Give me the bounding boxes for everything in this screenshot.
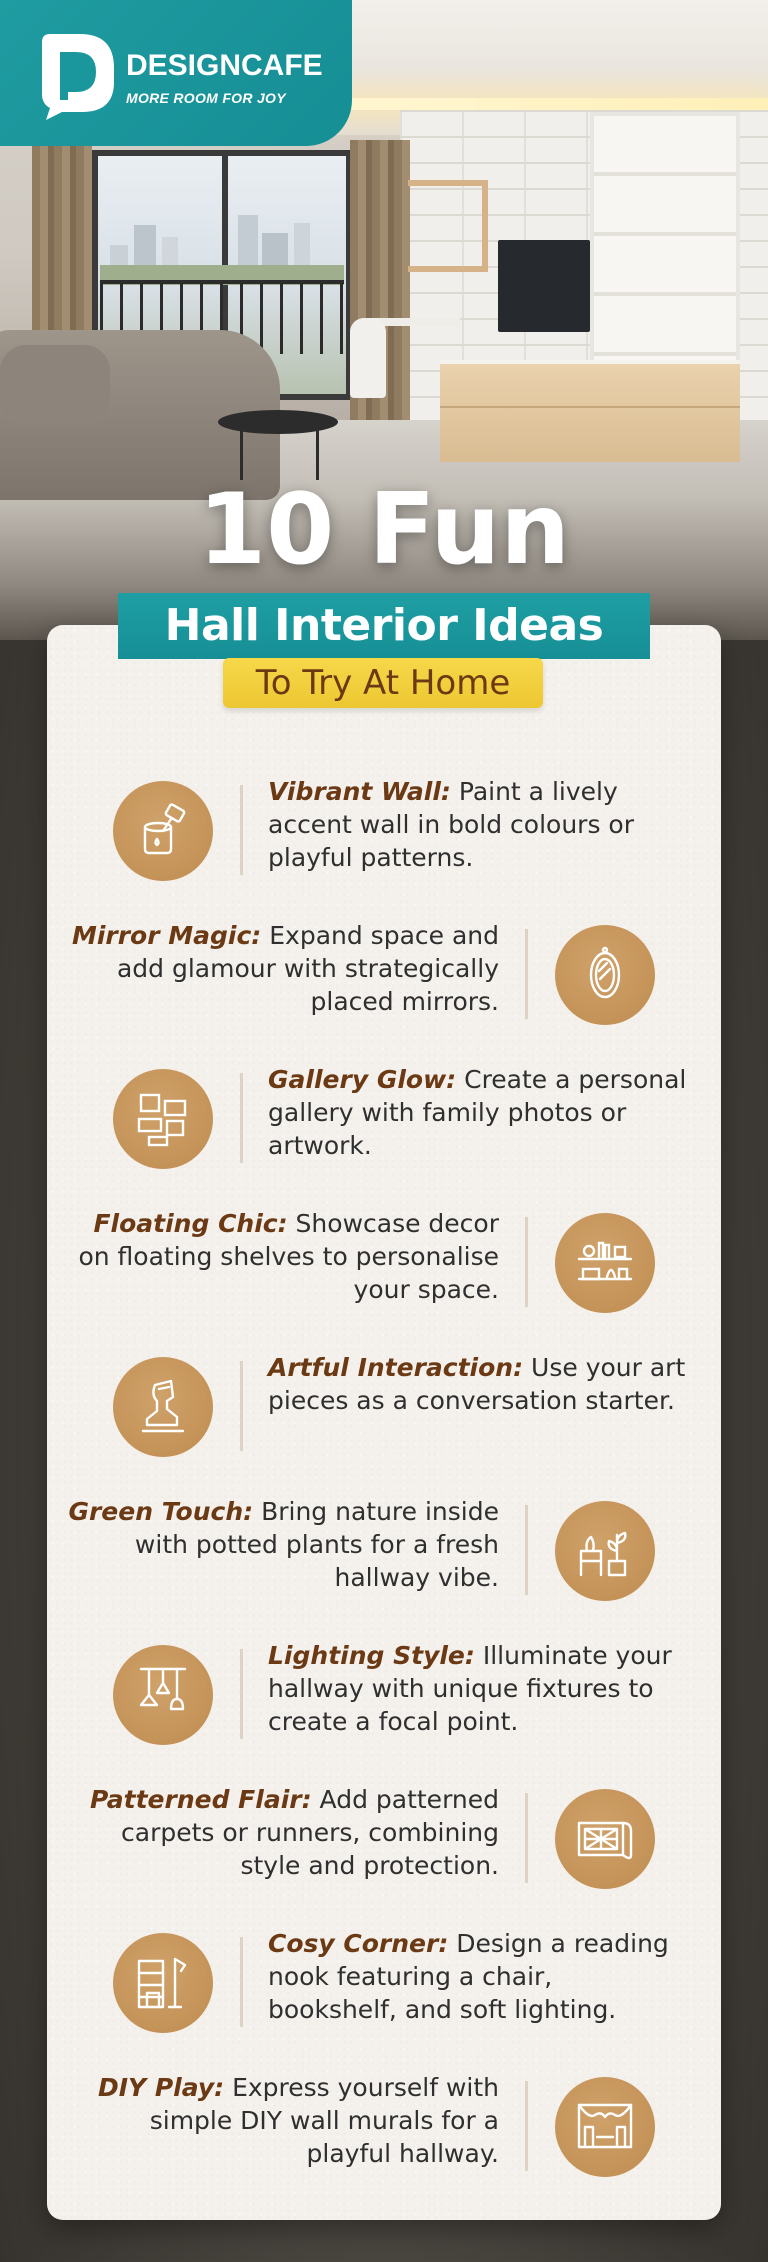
idea-item: Mirror Magic: Expand space and add glamo… <box>47 921 721 1045</box>
idea-text: Gallery Glow: Create a personal gallery … <box>268 1063 688 1162</box>
idea-icon-circle <box>113 1069 213 1169</box>
idea-text: Vibrant Wall: Paint a lively accent wall… <box>268 775 688 874</box>
coffee-table <box>218 410 338 434</box>
idea-text: DIY Play: Express yourself with simple D… <box>67 2071 499 2170</box>
divider-line <box>240 785 243 875</box>
idea-icon-circle <box>113 1357 213 1457</box>
idea-icon-circle <box>113 1645 213 1745</box>
divider-line <box>240 1937 243 2027</box>
idea-label: Cosy Corner: <box>268 1929 449 1958</box>
wall-shelf <box>408 180 488 272</box>
idea-label: Artful Interaction: <box>268 1353 524 1382</box>
brand-tagline: MORE ROOM FOR JOY <box>126 90 286 106</box>
cove-light <box>330 98 768 110</box>
paint-bucket-icon <box>143 803 186 855</box>
idea-text: Green Touch: Bring nature inside with po… <box>67 1495 499 1594</box>
idea-icon-circle <box>555 1213 655 1313</box>
bust-sculpture-icon <box>141 1379 185 1433</box>
idea-item: Patterned Flair: Add patterned carpets o… <box>47 1785 721 1909</box>
divider-line <box>240 1649 243 1739</box>
tagline-text: To Try At Home <box>255 663 511 703</box>
idea-label: Vibrant Wall: <box>268 777 451 806</box>
idea-item: Cosy Corner: Design a reading nook featu… <box>47 1929 721 2053</box>
idea-text: Artful Interaction: Use your art pieces … <box>268 1351 688 1417</box>
wall-mural-icon <box>577 2103 633 2149</box>
main-title: 10 Fun <box>197 473 571 587</box>
divider-line <box>525 929 528 1019</box>
idea-icon-circle <box>555 925 655 1025</box>
logo-panel: DESIGNCAFE MORE ROOM FOR JOY <box>0 0 352 146</box>
divider-line <box>525 1793 528 1883</box>
television <box>498 240 590 332</box>
idea-item: Vibrant Wall: Paint a lively accent wall… <box>47 777 721 901</box>
idea-label: Mirror Magic: <box>71 921 262 950</box>
floating-shelf-icon <box>577 1241 633 1281</box>
idea-text: Mirror Magic: Expand space and add glamo… <box>67 919 499 1018</box>
idea-label: Patterned Flair: <box>90 1785 312 1814</box>
subtitle-text: Hall Interior Ideas <box>164 600 604 651</box>
divider-line <box>525 1505 528 1595</box>
designcafe-logo-icon <box>42 34 114 120</box>
idea-label: Floating Chic: <box>93 1209 288 1238</box>
tv-cabinet <box>440 360 740 462</box>
idea-icon-circle <box>113 1933 213 2033</box>
potted-plant-icon <box>579 1531 627 1577</box>
divider-line <box>240 1361 243 1451</box>
sofa-cushion <box>0 345 110 425</box>
idea-item: Green Touch: Bring nature inside with po… <box>47 1497 721 1621</box>
divider-line <box>240 1073 243 1163</box>
brand-name: DESIGNCAFE <box>126 49 323 82</box>
idea-icon-circle <box>555 1789 655 1889</box>
divider-line <box>525 1217 528 1307</box>
pendant-lights-icon <box>139 1667 187 1711</box>
idea-item: Artful Interaction: Use your art pieces … <box>47 1353 721 1477</box>
idea-label: Gallery Glow: <box>268 1065 457 1094</box>
idea-label: DIY Play: <box>97 2073 225 2102</box>
idea-item: Lighting Style: Illuminate your hallway … <box>47 1641 721 1765</box>
idea-icon-circle <box>113 781 213 881</box>
reading-nook-icon <box>137 1957 187 2009</box>
divider-line <box>525 2081 528 2171</box>
carpet-runner-icon <box>577 1821 633 1860</box>
idea-text: Lighting Style: Illuminate your hallway … <box>268 1639 688 1738</box>
mirror-icon <box>589 946 621 999</box>
idea-text: Patterned Flair: Add patterned carpets o… <box>67 1783 499 1882</box>
idea-label: Green Touch: <box>68 1497 254 1526</box>
idea-item: Gallery Glow: Create a personal gallery … <box>47 1065 721 1189</box>
idea-item: DIY Play: Express yourself with simple D… <box>47 2073 721 2197</box>
idea-text: Cosy Corner: Design a reading nook featu… <box>268 1927 688 2026</box>
idea-icon-circle <box>555 2077 655 2177</box>
gallery-frames-icon <box>137 1093 187 1147</box>
chair <box>350 318 386 398</box>
idea-item: Floating Chic: Showcase decor on floatin… <box>47 1209 721 1333</box>
idea-icon-circle <box>555 1501 655 1601</box>
city-skyline <box>100 215 344 285</box>
idea-text: Floating Chic: Showcase decor on floatin… <box>67 1207 499 1306</box>
cabinet-seam <box>440 406 740 408</box>
idea-label: Lighting Style: <box>268 1641 475 1670</box>
